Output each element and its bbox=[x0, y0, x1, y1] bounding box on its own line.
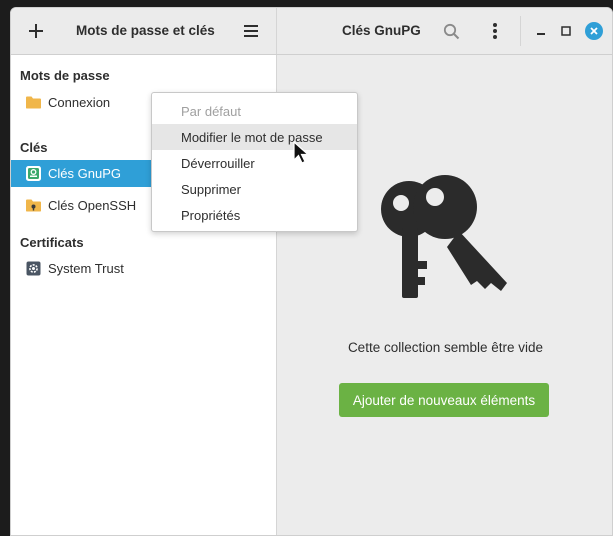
maximize-button[interactable] bbox=[551, 16, 581, 46]
keys-illustration-icon bbox=[381, 175, 507, 298]
app-title: Mots de passe et clés bbox=[76, 23, 215, 38]
folder-icon bbox=[26, 95, 41, 110]
section-header-certificates: Certificats bbox=[20, 235, 84, 250]
menu-item-delete[interactable]: Supprimer bbox=[152, 176, 357, 202]
header-separator bbox=[520, 16, 521, 46]
search-icon bbox=[443, 23, 459, 39]
sidebar-item-label: System Trust bbox=[48, 261, 124, 276]
app-window: Mots de passe et clés Clés GnuPG Mots de… bbox=[10, 7, 613, 536]
more-options-button[interactable] bbox=[480, 16, 510, 46]
collection-title: Clés GnuPG bbox=[342, 23, 421, 38]
new-item-button[interactable] bbox=[21, 16, 51, 46]
sidebar-item-label: Clés OpenSSH bbox=[48, 198, 137, 213]
section-header-keys: Clés bbox=[20, 140, 48, 155]
sidebar-item-label: Clés GnuPG bbox=[48, 166, 121, 181]
header-bar: Mots de passe et clés Clés GnuPG bbox=[11, 8, 612, 55]
folder-key-icon bbox=[26, 198, 41, 213]
close-icon bbox=[590, 27, 598, 35]
plus-icon bbox=[29, 24, 43, 38]
mouse-cursor-icon bbox=[293, 141, 310, 164]
menu-item-change-password[interactable]: Modifier le mot de passe bbox=[152, 124, 357, 150]
gear-icon bbox=[26, 261, 41, 276]
gnupg-keyring-icon bbox=[26, 166, 41, 181]
close-button[interactable] bbox=[579, 16, 609, 46]
hamburger-menu-icon bbox=[244, 25, 258, 37]
empty-collection-text: Cette collection semble être vide bbox=[347, 340, 544, 355]
menu-item-default: Par défaut bbox=[181, 103, 241, 119]
vertical-dots-icon bbox=[493, 23, 497, 39]
sidebar-item-label: Connexion bbox=[48, 95, 111, 110]
add-items-button[interactable]: Ajouter de nouveaux éléments bbox=[339, 383, 549, 417]
search-button[interactable] bbox=[436, 16, 466, 46]
close-circle bbox=[585, 22, 603, 40]
menu-item-unlock[interactable]: Déverrouiller bbox=[152, 150, 357, 176]
header-left: Mots de passe et clés bbox=[11, 8, 277, 54]
menu-item-properties[interactable]: Propriétés bbox=[152, 202, 357, 228]
context-menu: Par défaut Modifier le mot de passe Déve… bbox=[151, 92, 358, 232]
sidebar-item-system-trust[interactable]: System Trust bbox=[11, 255, 276, 282]
main-menu-button[interactable] bbox=[236, 16, 266, 46]
minimize-icon bbox=[537, 33, 545, 35]
maximize-icon bbox=[561, 26, 571, 36]
section-header-passwords: Mots de passe bbox=[20, 68, 110, 83]
